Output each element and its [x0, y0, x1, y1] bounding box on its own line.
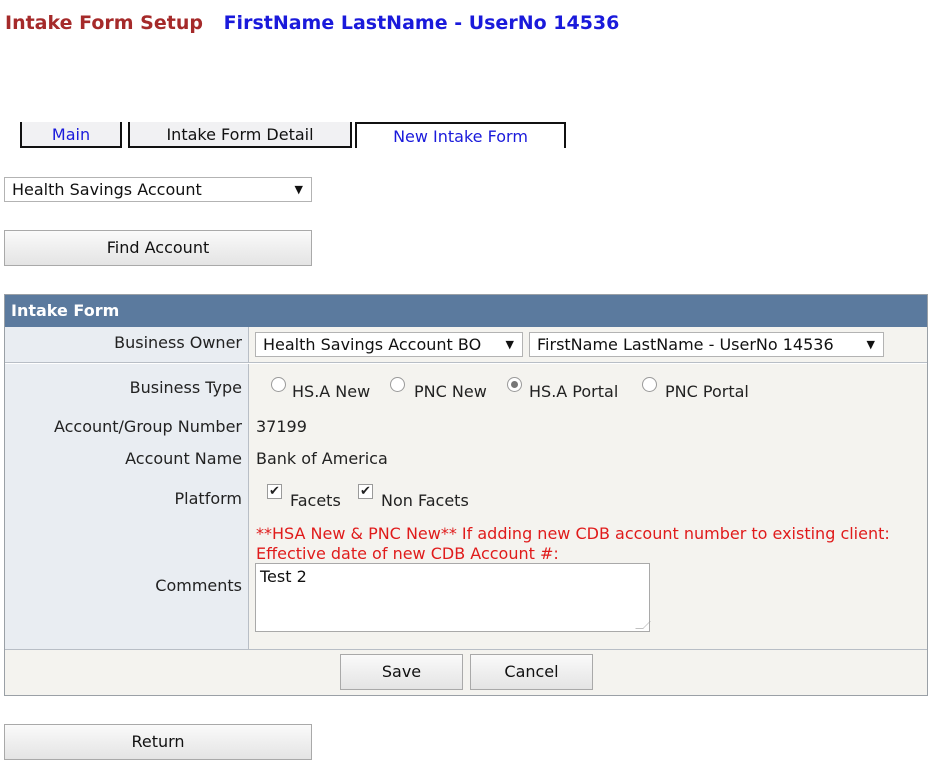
page-title: Intake Form Setup	[5, 12, 203, 34]
radio-pnc-portal-label: PNC Portal	[665, 382, 749, 401]
tab-intake-form-detail-label: Intake Form Detail	[166, 125, 314, 144]
save-button[interactable]: Save	[340, 654, 463, 690]
comments-label: Comments	[155, 576, 242, 595]
owner-user-select[interactable]: FirstName LastName - UserNo 14536 ▼	[529, 332, 884, 357]
account-name-value: Bank of America	[256, 449, 388, 468]
checkbox-non-facets[interactable]: ✔	[358, 484, 373, 499]
form-actions-row: Save Cancel	[5, 649, 927, 695]
chevron-down-icon: ▼	[866, 338, 875, 351]
comments-textarea[interactable]: Test 2	[255, 563, 651, 632]
check-icon: ✔	[360, 484, 371, 499]
radio-pnc-new[interactable]	[390, 377, 405, 392]
user-label: FirstName LastName - UserNo 14536	[223, 12, 620, 34]
business-owner-value-cell: Health Savings Account BO ▼ FirstName La…	[249, 327, 927, 362]
cancel-button[interactable]: Cancel	[470, 654, 593, 690]
account-group-number-value: 37199	[256, 417, 307, 436]
business-owner-select-value: Health Savings Account BO	[263, 335, 482, 354]
radio-hsa-new-label: HS.A New	[292, 382, 371, 401]
find-account-button[interactable]: Find Account	[4, 230, 312, 266]
tab-new-intake-form[interactable]: New Intake Form	[355, 122, 566, 148]
form-labels-column: Business Type Account/Group Number Accou…	[5, 364, 249, 649]
checkbox-facets[interactable]: ✔	[267, 484, 282, 499]
comments-note: **HSA New & PNC New** If adding new CDB …	[256, 524, 890, 563]
tab-intake-form-detail[interactable]: Intake Form Detail	[128, 122, 352, 148]
business-owner-label-cell: Business Owner	[5, 327, 249, 362]
return-button[interactable]: Return	[4, 724, 312, 760]
comments-textarea-value: Test 2	[260, 567, 307, 586]
check-icon: ✔	[269, 484, 280, 499]
platform-label: Platform	[174, 489, 242, 508]
radio-pnc-new-label: PNC New	[414, 382, 487, 401]
chevron-down-icon: ▼	[294, 183, 303, 196]
chevron-down-icon: ▼	[505, 338, 514, 351]
tab-main-label: Main	[51, 125, 91, 144]
business-owner-row: Business Owner Health Savings Account BO…	[5, 327, 927, 363]
checkbox-non-facets-label: Non Facets	[381, 491, 469, 510]
business-owner-label: Business Owner	[114, 333, 242, 352]
owner-user-select-value: FirstName LastName - UserNo 14536	[537, 335, 834, 354]
radio-hsa-portal[interactable]	[507, 377, 522, 392]
tab-main[interactable]: Main	[20, 122, 122, 148]
radio-hsa-portal-label: HS.A Portal	[529, 382, 619, 401]
business-owner-select[interactable]: Health Savings Account BO ▼	[255, 332, 523, 357]
account-group-number-label: Account/Group Number	[53, 417, 242, 436]
form-values-column: HS.A New PNC New HS.A Portal PNC Portal …	[249, 364, 927, 649]
page-header: Intake Form Setup FirstName LastName - U…	[5, 12, 619, 34]
account-type-select[interactable]: Health Savings Account ▼	[4, 177, 312, 202]
tab-new-intake-form-label: New Intake Form	[393, 127, 528, 146]
intake-form-heading: Intake Form	[5, 295, 927, 327]
intake-form-panel: Intake Form Business Owner Health Saving…	[4, 294, 928, 696]
resize-grip-icon[interactable]	[635, 621, 651, 629]
business-type-label: Business Type	[129, 378, 242, 397]
account-type-select-value: Health Savings Account	[12, 180, 202, 199]
checkbox-facets-label: Facets	[290, 491, 341, 510]
account-name-label: Account Name	[125, 449, 242, 468]
radio-hsa-new[interactable]	[271, 377, 286, 392]
radio-pnc-portal[interactable]	[642, 377, 657, 392]
